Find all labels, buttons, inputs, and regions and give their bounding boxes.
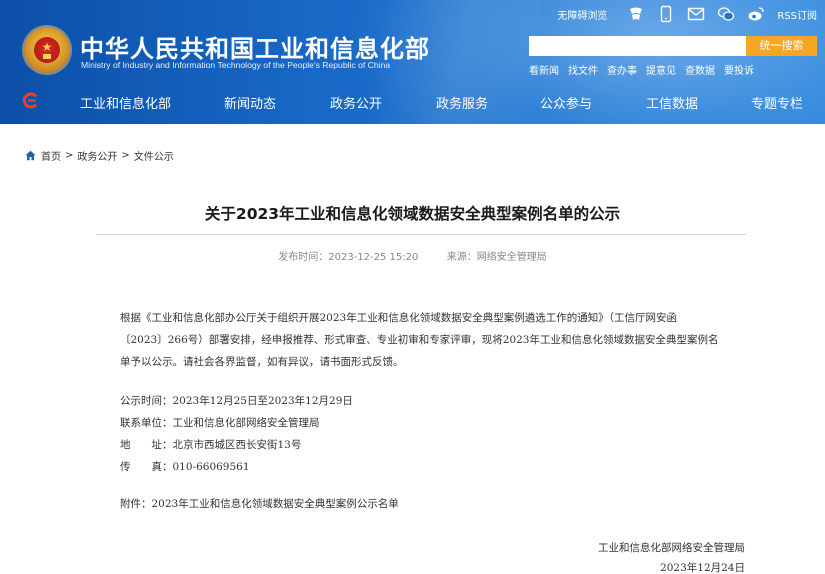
quick-link-complaint[interactable]: 要投诉	[724, 62, 754, 77]
site-subtitle: Ministry of Industry and Information Tec…	[81, 60, 391, 70]
article-title: 关于2023年工业和信息化领域数据安全典型案例名单的公示	[204, 205, 621, 223]
title-divider	[96, 234, 746, 235]
site-header: ★ 中华人民共和国工业和信息化部 Ministry of Industry an…	[0, 0, 825, 124]
wechat-icon[interactable]	[717, 5, 735, 23]
publicity-period-row: 公示时间：2023年12月25日至2023年12月29日	[120, 393, 353, 408]
address-label: 地 址：	[120, 439, 173, 451]
site-title[interactable]: 中华人民共和国工业和信息化部	[80, 29, 430, 64]
nav-item-participation[interactable]: 公众参与	[540, 93, 592, 112]
fax-row: 传 真：010-66069561	[120, 459, 250, 474]
national-emblem-icon[interactable]: ★	[24, 27, 70, 73]
nav-item-data[interactable]: 工信数据	[646, 93, 698, 112]
breadcrumb: 首页 > 政务公开 > 文件公示	[25, 148, 174, 163]
nav-item-topics[interactable]: 专题专栏	[751, 93, 803, 112]
publicity-period-label: 公示时间：	[120, 395, 173, 407]
breadcrumb-home[interactable]: 首页	[41, 148, 61, 163]
publicity-period-value: 2023年12月25日至2023年12月29日	[172, 395, 353, 407]
nav-item-news[interactable]: 新闻动态	[224, 93, 276, 112]
paragraph-line: 根据《工业和信息化部办公厅关于组织开展2023年工业和信息化领域数据安全典型案例…	[120, 312, 677, 324]
breadcrumb-file-notice[interactable]: 文件公示	[134, 148, 174, 163]
attachment-link[interactable]: 附件：2023年工业和信息化领域数据安全典型案例公示名单	[120, 496, 399, 511]
accessibility-link[interactable]: 无障碍浏览	[557, 7, 607, 22]
search-button[interactable]: 统一搜索	[746, 36, 817, 56]
breadcrumb-separator: >	[65, 150, 74, 161]
quick-link-files[interactable]: 找文件	[568, 62, 598, 77]
publish-time: 发布时间：2023-12-25 15:20	[278, 252, 419, 263]
ministry-logo-icon[interactable]	[22, 92, 39, 109]
quick-link-news[interactable]: 看新闻	[529, 62, 559, 77]
signature-date: 2023年12月24日	[660, 562, 745, 574]
search-input[interactable]	[529, 36, 746, 56]
contact-unit-label: 联系单位：	[120, 417, 173, 429]
emblem-center: ★	[34, 37, 60, 63]
nav-item-ministry[interactable]: 工业和信息化部	[80, 93, 171, 112]
weibo-icon[interactable]	[747, 5, 765, 23]
main-nav: 工业和信息化部 新闻动态 政务公开 政务服务 公众参与 工信数据 专题专栏	[0, 84, 825, 118]
rss-link[interactable]: RSS订阅	[777, 7, 817, 22]
breadcrumb-separator: >	[121, 150, 130, 161]
quick-links: 看新闻 找文件 查办事 提意见 查数据 要投诉	[529, 62, 763, 77]
mail-icon[interactable]	[687, 5, 705, 23]
nav-item-services[interactable]: 政务服务	[436, 93, 488, 112]
article-paragraph: 根据《工业和信息化部办公厅关于组织开展2023年工业和信息化领域数据安全典型案例…	[120, 307, 750, 373]
address-row: 地 址：北京市西城区西长安街13号	[120, 437, 301, 452]
article-meta: 发布时间：2023-12-25 15:20 来源：网络安全管理局	[0, 248, 825, 263]
breadcrumb-affairs[interactable]: 政务公开	[77, 148, 117, 163]
quick-link-data[interactable]: 查数据	[685, 62, 715, 77]
article-source: 来源：网络安全管理局	[446, 252, 547, 263]
paragraph-line: 单予以公示。请社会各界监督，如有异议，请书面形式反馈。	[120, 356, 404, 368]
home-icon[interactable]	[25, 150, 36, 161]
signature-org: 工业和信息化部网络安全管理局	[598, 542, 745, 554]
quick-link-feedback[interactable]: 提意见	[646, 62, 676, 77]
emblem-star-icon: ★	[41, 40, 53, 54]
emblem-gate	[43, 54, 51, 59]
contact-unit-value: 工业和信息化部网络安全管理局	[172, 417, 320, 429]
utility-bar: 无障碍浏览 RSS订阅	[557, 5, 817, 23]
quick-link-services[interactable]: 查办事	[607, 62, 637, 77]
wechat-mini-icon[interactable]	[627, 5, 645, 23]
fax-value: 010-66069561	[172, 461, 250, 473]
mobile-icon[interactable]	[657, 5, 675, 23]
fax-label: 传 真：	[120, 461, 173, 473]
nav-item-affairs[interactable]: 政务公开	[330, 93, 382, 112]
address-value: 北京市西城区西长安街13号	[172, 439, 302, 451]
contact-unit-row: 联系单位：工业和信息化部网络安全管理局	[120, 415, 320, 430]
paragraph-line: 〔2023〕266号）部署安排，经申报推荐、形式审查、专业初审和专家评审，现将2…	[120, 334, 719, 346]
